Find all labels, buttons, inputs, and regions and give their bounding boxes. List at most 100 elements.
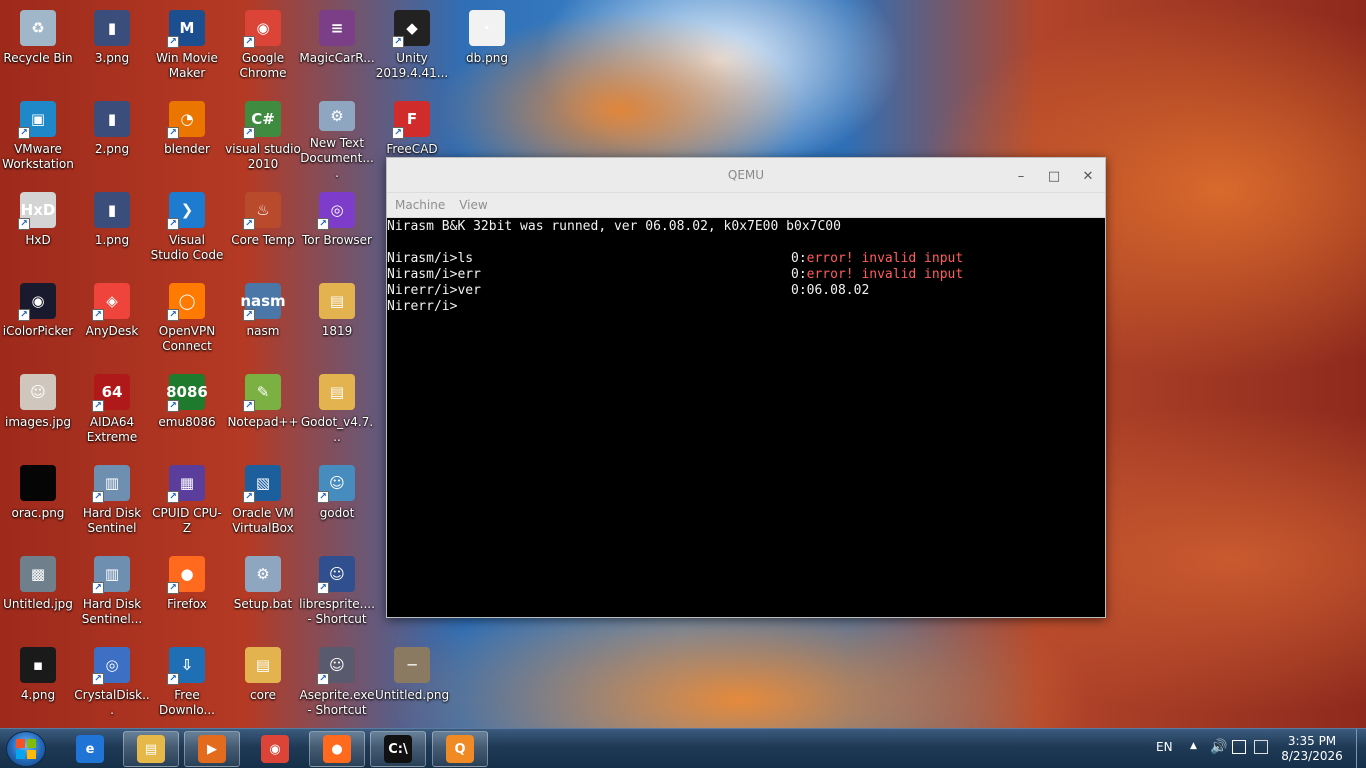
desktop-icon[interactable]: ◎ ↗ CrystalDisk... [74, 641, 150, 727]
desktop-icon[interactable]: ☺ ↗ libresprite.... - Shortcut [299, 550, 375, 636]
menu-machine[interactable]: Machine [395, 198, 445, 212]
desktop-icon-image: nasm ↗ [240, 283, 286, 321]
desktop-icon[interactable]: M ↗ Win Movie Maker [149, 4, 225, 90]
desktop-icon[interactable]: ☺ ↗ godot [299, 459, 375, 545]
desktop-icon[interactable]: ▥ ↗ Hard Disk Sentinel [74, 459, 150, 545]
taskbar-firefox-button[interactable]: ● [309, 731, 365, 767]
shortcut-arrow-icon: ↗ [317, 218, 329, 230]
desktop-icon[interactable]: orac.png [0, 459, 76, 545]
minimize-button[interactable]: – [1011, 166, 1031, 186]
desktop-icon[interactable]: 8086 ↗ emu8086 [149, 368, 225, 454]
console-result-text: 06.08.02 [806, 283, 870, 298]
desktop-icon-image: ▤ [319, 283, 355, 319]
desktop-icon[interactable]: ▥ ↗ Hard Disk Sentinel... [74, 550, 150, 636]
desktop-icon[interactable]: ▤ 1819 [299, 277, 375, 363]
desktop-icon[interactable]: ▪ 4.png [0, 641, 76, 727]
desktop-icon[interactable]: ♨ ↗ Core Temp [225, 186, 301, 272]
language-indicator[interactable]: EN [1156, 740, 1173, 754]
desktop-icon-image: ◯ ↗ [167, 283, 205, 321]
shortcut-arrow-icon: ↗ [167, 673, 179, 685]
taskbar: e ▤ ▶ ◉ ● C:\ Q EN ▲ 🔊 3:35 PM 8/23/2026 [0, 728, 1366, 768]
desktop-icon[interactable]: ▤ Godot_v4.7... [299, 368, 375, 454]
menu-view[interactable]: View [459, 198, 487, 212]
desktop-icon[interactable]: C# ↗ visual studio 2010 [225, 95, 301, 181]
desktop-icon-image: ☺ [20, 374, 56, 410]
desktop-icon[interactable]: 64 ↗ AIDA64 Extreme [74, 368, 150, 454]
volume-icon[interactable]: 🔊 [1210, 739, 1227, 755]
network-icon[interactable] [1254, 740, 1268, 754]
desktop-icon[interactable]: ⚙ Setup.bat [225, 550, 301, 636]
shortcut-arrow-icon: ↗ [317, 673, 329, 685]
qemu-console[interactable]: Nirasm B&K 32bit was runned, ver 06.08.0… [387, 219, 1105, 617]
internet-explorer-icon: e [76, 735, 104, 763]
taskbar-qemu-button[interactable]: Q [432, 731, 488, 767]
desktop-icon-image: M ↗ [167, 10, 205, 48]
desktop-icon[interactable]: ♻ Recycle Bin [0, 4, 76, 90]
desktop-icon[interactable]: ≡ MagicCarR... [299, 4, 375, 90]
desktop-icon[interactable]: · db.png [449, 4, 525, 90]
desktop-icon[interactable]: ▮ 1.png [74, 186, 150, 272]
desktop-icon[interactable]: ◆ ↗ Unity 2019.4.41... [374, 4, 450, 90]
desktop-icon[interactable]: ◉ ↗ Google Chrome [225, 4, 301, 90]
desktop-icon[interactable]: ⚙ New Text Document.... [299, 95, 375, 181]
shortcut-arrow-icon: ↗ [317, 491, 329, 503]
desktop-icon[interactable]: ☺ images.jpg [0, 368, 76, 454]
desktop-icon-image: ✎ ↗ [243, 374, 281, 412]
console-current-prompt[interactable]: Nirerr/i> [387, 299, 457, 315]
start-button[interactable] [6, 731, 46, 767]
console-error-text: error! invalid input [806, 267, 964, 282]
desktop-icon-image: 8086 ↗ [166, 374, 208, 412]
desktop-icon-label: 4.png [20, 688, 56, 702]
shortcut-arrow-icon: ↗ [18, 218, 30, 230]
action-center-icon[interactable] [1232, 740, 1246, 754]
desktop-icon[interactable]: ✎ ↗ Notepad++ [225, 368, 301, 454]
taskbar-command-prompt-button[interactable]: C:\ [370, 731, 426, 767]
qemu-title-bar[interactable]: QEMU – □ ✕ [387, 158, 1105, 193]
google-chrome-icon: ◉ [261, 735, 289, 763]
desktop-icon[interactable]: ☺ ↗ Aseprite.exe - Shortcut [299, 641, 375, 727]
show-hidden-icons-icon[interactable]: ▲ [1190, 741, 1197, 751]
qemu-window[interactable]: QEMU – □ ✕ Machine View Nirasm B&K 32bit… [386, 157, 1106, 618]
console-return-code: 0: [791, 283, 807, 298]
desktop-icon[interactable]: ◈ ↗ AnyDesk [74, 277, 150, 363]
desktop-icon[interactable]: ▮ 2.png [74, 95, 150, 181]
desktop-icon[interactable]: ◉ ↗ iColorPicker [0, 277, 76, 363]
taskbar-file-explorer-button[interactable]: ▤ [123, 731, 179, 767]
show-desktop-button[interactable] [1356, 729, 1366, 768]
desktop-icon[interactable]: ▮ 3.png [74, 4, 150, 90]
clock[interactable]: 3:35 PM 8/23/2026 [1276, 734, 1348, 764]
desktop-icon[interactable]: ▦ ↗ CPUID CPU-Z [149, 459, 225, 545]
shortcut-arrow-icon: ↗ [317, 582, 329, 594]
taskbar-google-chrome-button[interactable]: ◉ [247, 731, 303, 767]
maximize-button[interactable]: □ [1044, 166, 1064, 186]
desktop-icon-image: ▤ [319, 374, 355, 410]
desktop-icon[interactable]: ◔ ↗ blender [149, 95, 225, 181]
desktop-icon[interactable]: ◎ ↗ Tor Browser [299, 186, 375, 272]
desktop-icon[interactable]: ▩ Untitled.jpg [0, 550, 76, 636]
desktop-icon-image: ▧ ↗ [243, 465, 281, 503]
desktop-icon-label: 3.png [94, 51, 130, 65]
desktop-icon-image: ◎ ↗ [92, 647, 130, 685]
console-line-output: 0:error! invalid input [791, 267, 963, 283]
desktop-icon[interactable]: ▤ core [225, 641, 301, 727]
desktop-icon-label: emu8086 [158, 415, 216, 429]
desktop-icon[interactable]: ⇩ ↗ Free Downlo... [149, 641, 225, 727]
desktop-icon-image: F ↗ [392, 101, 430, 139]
desktop-icon-label: New Text Document.... [300, 136, 374, 180]
desktop-icon[interactable]: HxD ↗ HxD [0, 186, 76, 272]
taskbar-internet-explorer-button[interactable]: e [62, 731, 118, 767]
desktop-icon[interactable]: ❯ ↗ Visual Studio Code [149, 186, 225, 272]
desktop-icon-label: libresprite.... - Shortcut [299, 597, 375, 626]
desktop-icon[interactable]: ▧ ↗ Oracle VM VirtualBox [225, 459, 301, 545]
desktop-icon[interactable]: ● ↗ Firefox [149, 550, 225, 636]
desktop-icon[interactable]: nasm ↗ nasm [225, 277, 301, 363]
desktop-icon-label: 1819 [321, 324, 353, 338]
taskbar-media-player-button[interactable]: ▶ [184, 731, 240, 767]
desktop-icon[interactable]: ◯ ↗ OpenVPN Connect [149, 277, 225, 363]
desktop-icon-label: Tor Browser [301, 233, 372, 247]
desktop-icon-label: Unity 2019.4.41... [375, 51, 449, 80]
desktop-icon[interactable]: ─ Untitled.png [374, 641, 450, 727]
close-button[interactable]: ✕ [1078, 166, 1098, 186]
desktop-icon[interactable]: ▣ ↗ VMware Workstation [0, 95, 76, 181]
desktop-icon-label: AnyDesk [85, 324, 139, 338]
